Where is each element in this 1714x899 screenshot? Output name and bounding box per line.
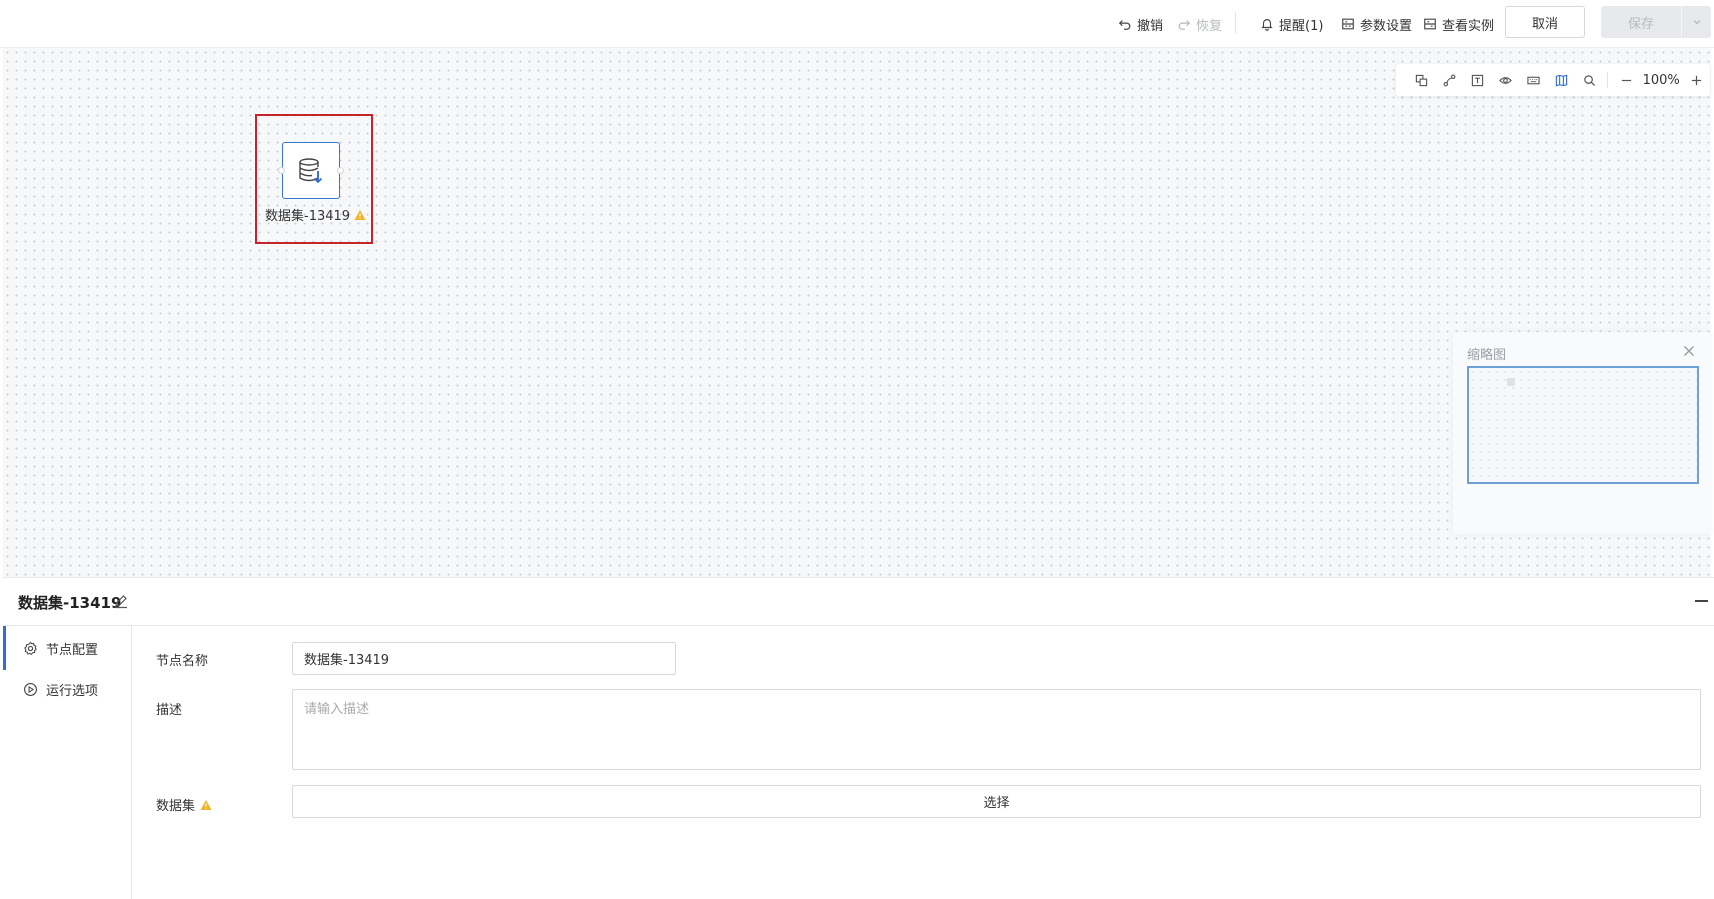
warning-icon — [200, 799, 212, 810]
view-instances-button[interactable]: 查看实例 — [1423, 12, 1494, 36]
dataset-label-text: 数据集 — [156, 799, 196, 814]
description-placeholder: 请输入描述 — [304, 702, 370, 717]
panel-title: 数据集-13419 — [18, 594, 122, 612]
undo-icon — [1118, 20, 1131, 30]
minimap-node — [1507, 378, 1515, 386]
node-name-label-text: 节点名称 — [156, 654, 209, 669]
gear-icon — [24, 641, 37, 655]
node-output-port[interactable] — [337, 167, 344, 174]
collapse-panel-button[interactable] — [1695, 600, 1708, 602]
dataset-node[interactable] — [282, 142, 340, 199]
zoom-level: 100% — [1642, 72, 1680, 88]
dataset-select-button[interactable]: 选择 — [292, 785, 1701, 818]
undo-label: 撤销 — [1137, 18, 1164, 34]
panel-header: 数据集-13419 — [3, 578, 1714, 626]
close-icon[interactable] — [1681, 343, 1697, 359]
redo-icon — [1178, 20, 1191, 30]
tab-node-config-label: 节点配置 — [46, 642, 99, 658]
warning-icon — [354, 209, 366, 220]
undo-button[interactable]: 撤销 — [1118, 12, 1163, 36]
copy-icon[interactable] — [1408, 66, 1436, 94]
node-name-label: 节点名称 — [156, 650, 208, 669]
minimap-panel: 缩略图 — [1453, 332, 1711, 534]
top-toolbar: 撤销 恢复 提醒(1) 参数设置 查看实例 取消 保存 — [0, 0, 1714, 48]
description-label: 描述 — [156, 699, 182, 718]
node-label-text: 数据集-13419 — [265, 209, 351, 224]
map-icon[interactable] — [1548, 66, 1576, 94]
play-circle-icon — [24, 682, 37, 696]
zoom-in-icon[interactable] — [1682, 66, 1710, 94]
redo-label: 恢复 — [1196, 18, 1223, 34]
dataset-label: 数据集 — [156, 795, 212, 814]
link-icon[interactable] — [1436, 66, 1464, 94]
toolbar-divider — [1607, 72, 1609, 88]
params-icon — [1342, 18, 1354, 30]
cancel-label: 取消 — [1531, 16, 1558, 32]
node-input-port[interactable] — [278, 167, 285, 174]
minimap-title: 缩略图 — [1467, 348, 1507, 363]
tab-node-config[interactable]: 节点配置 — [3, 626, 132, 670]
eye-icon[interactable] — [1492, 66, 1520, 94]
search-icon[interactable] — [1575, 66, 1603, 94]
cancel-button[interactable]: 取消 — [1505, 6, 1585, 38]
bell-icon — [1261, 19, 1273, 31]
panel-sidenav: 节点配置 运行选项 — [3, 626, 132, 899]
params-settings-button[interactable]: 参数设置 — [1341, 12, 1412, 36]
redo-button[interactable]: 恢复 — [1177, 12, 1222, 36]
instances-icon — [1424, 18, 1436, 30]
database-import-icon — [299, 157, 323, 183]
description-label-text: 描述 — [156, 703, 183, 718]
params-label: 参数设置 — [1360, 18, 1413, 34]
zoom-out-icon[interactable] — [1612, 66, 1640, 94]
tab-run-options[interactable]: 运行选项 — [3, 667, 132, 711]
keyboard-icon[interactable] — [1520, 66, 1548, 94]
node-name-input[interactable]: 数据集-13419 — [292, 642, 676, 675]
reminder-label: 提醒(1) — [1279, 18, 1324, 34]
canvas-toolbar: 100% — [1396, 64, 1710, 96]
edit-icon[interactable] — [113, 593, 129, 609]
save-label: 保存 — [1627, 16, 1654, 32]
save-dropdown-toggle[interactable] — [1682, 17, 1711, 27]
text-icon[interactable] — [1464, 66, 1492, 94]
save-button[interactable]: 保存 — [1601, 6, 1711, 38]
dataset-select-label: 选择 — [983, 796, 1010, 811]
instances-label: 查看实例 — [1442, 18, 1495, 34]
header-divider — [1235, 12, 1236, 34]
flow-canvas[interactable]: 100% 数据集-13419 缩略图 — [3, 48, 1711, 577]
reminder-button[interactable]: 提醒(1) — [1260, 12, 1323, 36]
tab-run-options-label: 运行选项 — [46, 683, 99, 699]
node-name-value: 数据集-13419 — [304, 653, 390, 668]
node-config-panel: 数据集-13419 节点配置 运行选项 节点名称 数据集-13419 描述 请输… — [3, 577, 1714, 899]
minimap-viewport[interactable] — [1467, 366, 1699, 484]
chevron-down-icon — [1693, 20, 1700, 25]
node-label: 数据集-13419 — [265, 205, 375, 224]
description-textarea[interactable]: 请输入描述 — [292, 689, 1701, 770]
